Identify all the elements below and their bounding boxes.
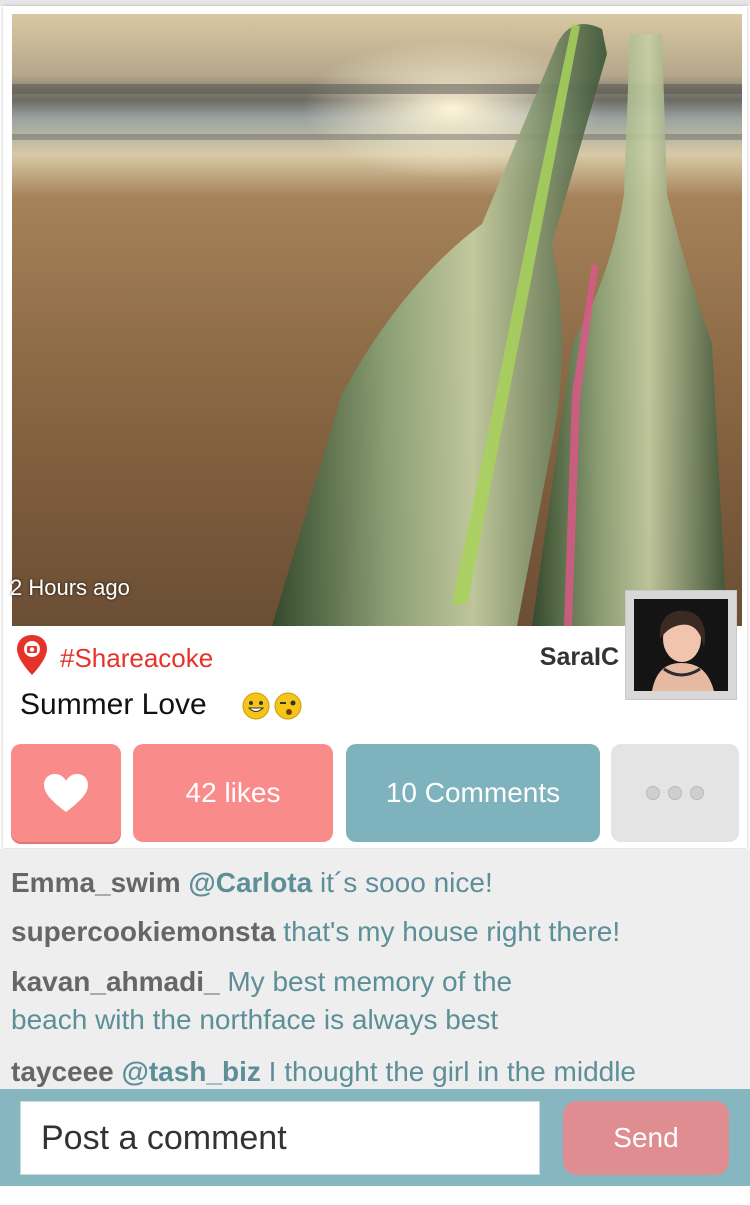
comments-button[interactable]: 10 Comments — [346, 744, 600, 842]
comment-item: kavan_ahmadi_ My best memory of the beac… — [11, 963, 741, 1039]
comment-user[interactable]: kavan_ahmadi_ — [11, 966, 220, 997]
post-timestamp: 2 Hours ago — [10, 575, 130, 600]
avatar-photo — [634, 599, 728, 691]
comment-user[interactable]: tayceee — [11, 1056, 114, 1087]
post-photo[interactable] — [12, 14, 742, 626]
comment-user[interactable]: supercookiemonsta — [11, 916, 276, 947]
location-pin-icon[interactable] — [14, 633, 50, 677]
comment-text: it´s sooo nice! — [312, 867, 493, 898]
post-username[interactable]: SaraIC — [540, 643, 619, 672]
post-caption: Summer Love — [20, 688, 207, 721]
comment-input[interactable] — [20, 1101, 540, 1175]
comments-list[interactable]: Emma_swim @Carlota it´s sooo nice! super… — [0, 849, 750, 1089]
more-dots-icon — [646, 786, 704, 800]
post-hashtag[interactable]: #Shareacoke — [60, 643, 213, 674]
comment-text: My best memory of the — [219, 966, 513, 997]
comment-item: supercookiemonsta that's my house right … — [11, 913, 741, 951]
send-button[interactable]: Send — [563, 1101, 729, 1175]
likes-count-button[interactable]: 42 likes — [133, 744, 333, 842]
comment-user[interactable]: Emma_swim — [11, 867, 181, 898]
heart-icon — [44, 774, 88, 812]
avatar-portrait — [652, 610, 714, 691]
comment-text: that's my house right there! — [275, 916, 621, 947]
avatar[interactable] — [625, 590, 737, 700]
photo-illustration — [12, 24, 742, 626]
comment-item: tayceee @tash_biz I thought the girl in … — [11, 1053, 741, 1089]
like-button[interactable] — [11, 744, 121, 842]
more-button[interactable] — [611, 744, 739, 842]
comment-item: Emma_swim @Carlota it´s sooo nice! — [11, 864, 741, 902]
comment-text: I thought the girl in the middle — [260, 1056, 637, 1087]
wink-emoji-icon — [274, 692, 302, 720]
comment-mention[interactable]: @tash_biz — [122, 1056, 261, 1087]
comment-mention[interactable]: @Carlota — [188, 867, 312, 898]
comment-composer: Send — [0, 1089, 750, 1186]
grin-emoji-icon — [242, 692, 270, 720]
comment-text-continued: beach with the northface is always best — [11, 1004, 499, 1035]
